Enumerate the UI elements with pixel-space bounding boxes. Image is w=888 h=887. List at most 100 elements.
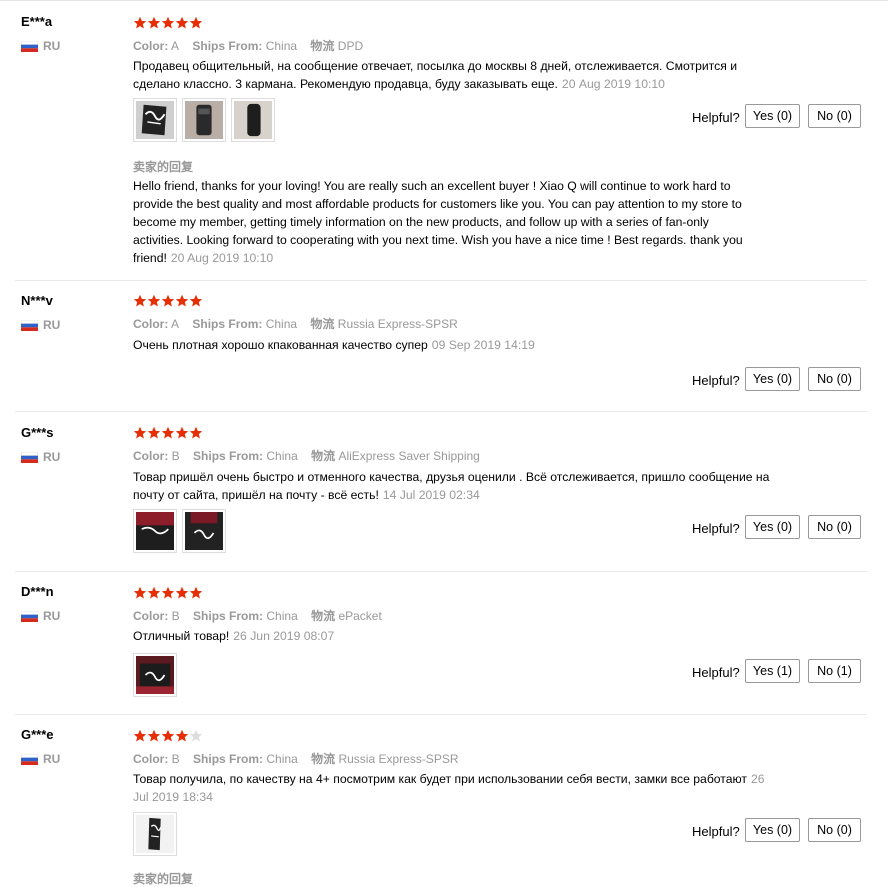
ships-from-label: Ships From: (192, 39, 263, 53)
helpful-label: Helpful? (692, 665, 740, 680)
star-filled-icon (175, 294, 189, 308)
helpful-label: Helpful? (692, 521, 740, 536)
color-label: Color: (133, 39, 169, 53)
star-filled-icon (161, 16, 175, 30)
bag-photo-icon (136, 512, 174, 550)
review-body: Очень плотная хорошо кпакованная качеств… (133, 338, 428, 352)
star-filled-icon (133, 294, 147, 308)
review-photo[interactable] (133, 509, 177, 553)
review-photos (133, 812, 182, 856)
helpful-no-button[interactable]: No (0) (808, 367, 861, 391)
review-text: Товар получила, по качеству на 4+ посмот… (133, 770, 773, 806)
review-text: Очень плотная хорошо кпакованная качеств… (133, 336, 773, 354)
bag-photo-icon (136, 656, 174, 694)
country-code: RU (43, 609, 61, 623)
rating-stars (133, 586, 203, 600)
color-value: B (171, 449, 180, 463)
review-photo[interactable] (133, 98, 177, 142)
review-photo[interactable] (231, 98, 275, 142)
reviewer-country: RU (21, 609, 60, 623)
star-empty-icon (189, 729, 203, 743)
helpful-no-button[interactable]: No (1) (808, 659, 861, 683)
helpful-no-button[interactable]: No (0) (808, 104, 861, 128)
country-code: RU (43, 450, 61, 464)
logistics-label: 物流 (311, 609, 336, 623)
reviewer-name: D***n (21, 584, 54, 599)
logistics-label: 物流 (311, 752, 336, 766)
helpful-yes-button[interactable]: Yes (0) (745, 104, 800, 128)
logistics-value: DPD (337, 39, 364, 53)
review-date: 20 Aug 2019 10:10 (561, 77, 665, 91)
color-label: Color: (133, 449, 169, 463)
star-filled-icon (189, 16, 203, 30)
reviewer-country: RU (21, 318, 60, 332)
review-photo[interactable] (182, 509, 226, 553)
review-photo[interactable] (182, 98, 226, 142)
star-filled-icon (189, 426, 203, 440)
logistics-label: 物流 (310, 317, 335, 331)
star-filled-icon (133, 16, 147, 30)
review-date: 26 Jun 2019 08:07 (233, 629, 335, 643)
russia-flag-icon (21, 40, 38, 52)
ships-from-label: Ships From: (193, 609, 264, 623)
review-photo[interactable] (133, 812, 177, 856)
star-filled-icon (133, 586, 147, 600)
russia-flag-icon (21, 753, 38, 765)
star-filled-icon (189, 586, 203, 600)
logistics-value: AliExpress Saver Shipping (338, 449, 480, 463)
reviewer-country: RU (21, 752, 60, 766)
country-code: RU (43, 318, 61, 332)
star-filled-icon (161, 294, 175, 308)
logistics-value: ePacket (338, 609, 382, 623)
star-filled-icon (147, 426, 161, 440)
rating-stars (133, 294, 203, 308)
country-code: RU (43, 752, 61, 766)
russia-flag-icon (21, 451, 38, 463)
helpful-yes-button[interactable]: Yes (0) (745, 515, 800, 539)
seller-reply-title: 卖家的回复 (133, 160, 194, 174)
reviewer-name: G***s (21, 425, 54, 440)
star-filled-icon (133, 426, 147, 440)
color-value: A (171, 39, 180, 53)
star-filled-icon (161, 586, 175, 600)
review-photo[interactable] (133, 653, 177, 697)
review-meta: Color: A Ships From: China 物流 Russia Exp… (133, 315, 468, 332)
review-divider (15, 714, 867, 715)
review-date: 14 Jul 2019 02:34 (382, 488, 480, 502)
star-filled-icon (189, 294, 203, 308)
star-filled-icon (161, 729, 175, 743)
helpful-yes-button[interactable]: Yes (1) (745, 659, 800, 683)
reviewer-country: RU (21, 39, 60, 53)
reviewer-name: E***a (21, 14, 53, 29)
helpful-yes-button[interactable]: Yes (0) (745, 367, 800, 391)
color-value: B (171, 609, 180, 623)
helpful-label: Helpful? (692, 110, 740, 125)
bag-photo-icon (136, 101, 174, 139)
rating-stars (133, 16, 203, 30)
helpful-no-button[interactable]: No (0) (808, 515, 861, 539)
color-label: Color: (133, 609, 169, 623)
ships-from-label: Ships From: (192, 317, 263, 331)
review-text: Отличный товар! 26 Jun 2019 08:07 (133, 627, 773, 645)
bag-photo-icon (234, 101, 272, 139)
star-filled-icon (133, 729, 147, 743)
review-meta: Color: A Ships From: China 物流 DPD (133, 37, 373, 54)
review-body: Отличный товар! (133, 629, 230, 643)
ships-from-value: China (266, 449, 298, 463)
reviewer-country: RU (21, 450, 60, 464)
bag-photo-icon (185, 512, 223, 550)
helpful-yes-button[interactable]: Yes (0) (745, 818, 800, 842)
review-text: Товар пришёл очень быстро и отменного ка… (133, 468, 773, 504)
reviewer-name: G***e (21, 727, 54, 742)
seller-reply-title: 卖家的回复 (133, 872, 194, 886)
star-filled-icon (147, 294, 161, 308)
star-filled-icon (147, 586, 161, 600)
review-body: Товар получила, по качеству на 4+ посмот… (133, 772, 747, 786)
logistics-label: 物流 (310, 39, 335, 53)
rating-stars (133, 729, 203, 743)
star-filled-icon (175, 729, 189, 743)
bag-photo-icon (185, 101, 223, 139)
helpful-no-button[interactable]: No (0) (808, 818, 861, 842)
color-value: A (171, 317, 180, 331)
helpful-label: Helpful? (692, 373, 740, 388)
